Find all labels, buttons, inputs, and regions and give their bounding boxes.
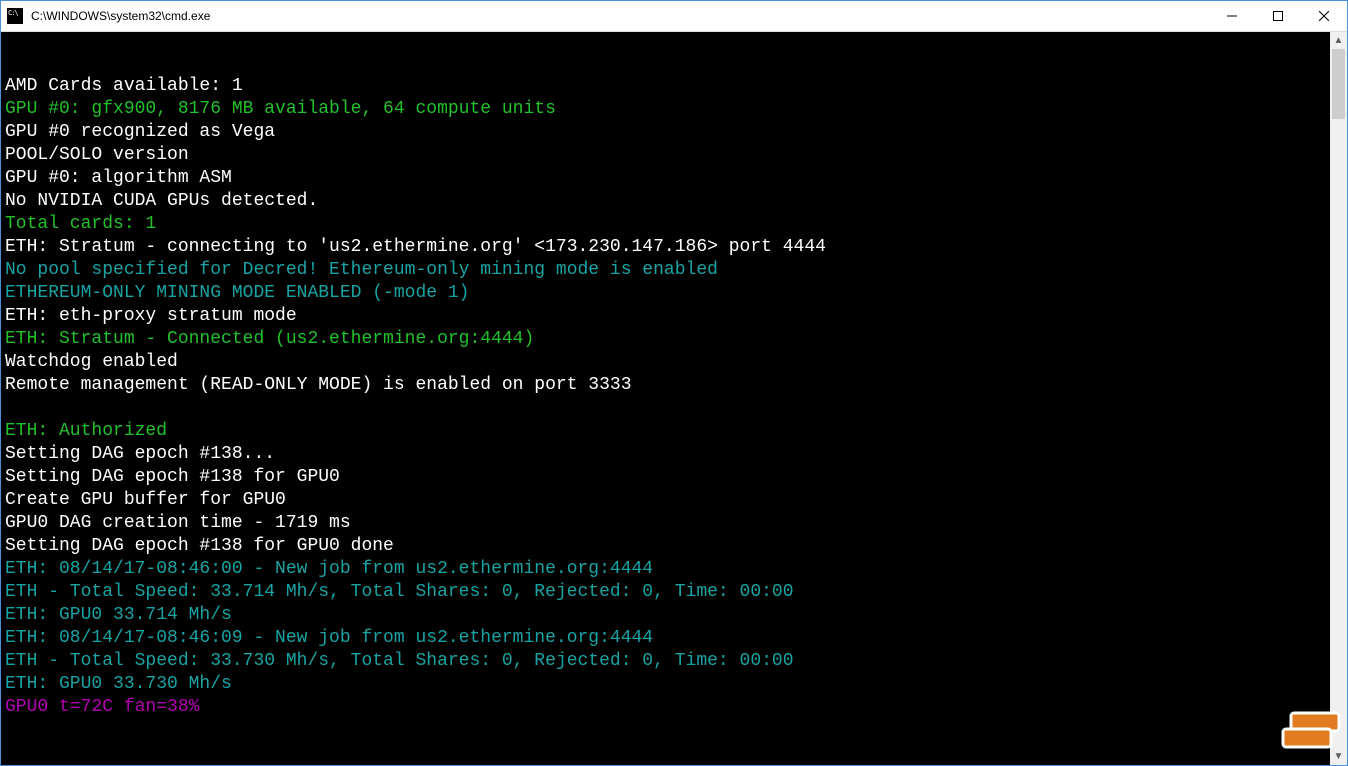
terminal-line: GPU #0: algorithm ASM xyxy=(5,167,1326,190)
scroll-thumb[interactable] xyxy=(1332,49,1345,119)
terminal-line: ETH: Stratum - connecting to 'us2.etherm… xyxy=(5,236,1326,259)
terminal-line: Remote management (READ-ONLY MODE) is en… xyxy=(5,374,1326,397)
window-controls xyxy=(1209,1,1347,31)
terminal-line: ETH: eth-proxy stratum mode xyxy=(5,305,1326,328)
terminal-line: No NVIDIA CUDA GPUs detected. xyxy=(5,190,1326,213)
terminal-line: Total cards: 1 xyxy=(5,213,1326,236)
scroll-up-arrow-icon[interactable]: ▲ xyxy=(1330,32,1347,49)
terminal-line: GPU #0: gfx900, 8176 MB available, 64 co… xyxy=(5,98,1326,121)
close-icon xyxy=(1319,11,1329,21)
terminal-line: GPU0 t=72C fan=38% xyxy=(5,696,1326,719)
cmd-window: C:\WINDOWS\system32\cmd.exe AMD Cards av… xyxy=(0,0,1348,766)
cmd-icon xyxy=(7,8,23,24)
terminal-line: ETH: GPU0 33.714 Mh/s xyxy=(5,604,1326,627)
terminal-line: ETH - Total Speed: 33.730 Mh/s, Total Sh… xyxy=(5,650,1326,673)
terminal-line: GPU0 DAG creation time - 1719 ms xyxy=(5,512,1326,535)
client-area: AMD Cards available: 1GPU #0: gfx900, 81… xyxy=(1,32,1347,765)
maximize-button[interactable] xyxy=(1255,1,1301,31)
terminal-line xyxy=(5,397,1326,420)
terminal-output[interactable]: AMD Cards available: 1GPU #0: gfx900, 81… xyxy=(1,32,1330,765)
terminal-line: ETH: Stratum - Connected (us2.ethermine.… xyxy=(5,328,1326,351)
terminal-line: Watchdog enabled xyxy=(5,351,1326,374)
terminal-line xyxy=(5,52,1326,75)
terminal-line: POOL/SOLO version xyxy=(5,144,1326,167)
terminal-line: ETH: GPU0 33.730 Mh/s xyxy=(5,673,1326,696)
terminal-line: Setting DAG epoch #138 for GPU0 xyxy=(5,466,1326,489)
titlebar[interactable]: C:\WINDOWS\system32\cmd.exe xyxy=(1,1,1347,32)
terminal-line: ETH: 08/14/17-08:46:00 - New job from us… xyxy=(5,558,1326,581)
terminal-line: ETH - Total Speed: 33.714 Mh/s, Total Sh… xyxy=(5,581,1326,604)
terminal-line: GPU #0 recognized as Vega xyxy=(5,121,1326,144)
terminal-line: ETH: Authorized xyxy=(5,420,1326,443)
maximize-icon xyxy=(1273,11,1283,21)
scroll-down-arrow-icon[interactable]: ▼ xyxy=(1330,748,1347,765)
vertical-scrollbar[interactable]: ▲ ▼ xyxy=(1330,32,1347,765)
terminal-line: Create GPU buffer for GPU0 xyxy=(5,489,1326,512)
terminal-line: Setting DAG epoch #138... xyxy=(5,443,1326,466)
terminal-line: ETH: 08/14/17-08:46:09 - New job from us… xyxy=(5,627,1326,650)
minimize-icon xyxy=(1227,11,1237,21)
terminal-line: No pool specified for Decred! Ethereum-o… xyxy=(5,259,1326,282)
terminal-line: ETHEREUM-ONLY MINING MODE ENABLED (-mode… xyxy=(5,282,1326,305)
terminal-line: AMD Cards available: 1 xyxy=(5,75,1326,98)
terminal-line: Setting DAG epoch #138 for GPU0 done xyxy=(5,535,1326,558)
close-button[interactable] xyxy=(1301,1,1347,31)
minimize-button[interactable] xyxy=(1209,1,1255,31)
window-title: C:\WINDOWS\system32\cmd.exe xyxy=(31,9,1209,23)
